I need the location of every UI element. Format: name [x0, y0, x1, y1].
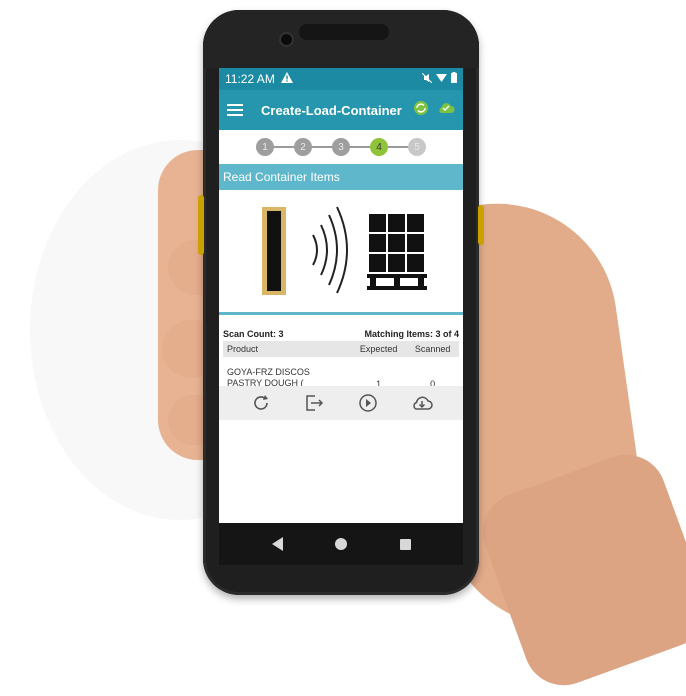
wifi-icon	[436, 73, 447, 85]
matching-items: Matching Items: 3 of 4	[364, 329, 459, 339]
exit-icon[interactable]	[303, 392, 325, 414]
android-nav-bar	[219, 523, 463, 565]
step-5[interactable]: 5	[408, 138, 426, 156]
next-arrow-icon[interactable]	[357, 392, 379, 414]
column-header-scanned: Scanned	[406, 341, 459, 357]
step-4[interactable]: 4	[370, 138, 388, 156]
scan-summary: Scan Count: 3 Matching Items: 3 of 4	[219, 315, 463, 341]
refresh-icon[interactable]	[250, 392, 272, 414]
battery-icon	[451, 72, 457, 86]
status-bar: 11:22 AM	[219, 68, 463, 90]
cloud-download-icon[interactable]	[410, 392, 433, 414]
step-1[interactable]: 1	[256, 138, 274, 156]
app-title: Create-Load-Container	[261, 102, 402, 118]
phone-device: 11:22 AM Create-Load-Container 1 2 3 4 5…	[198, 10, 484, 595]
home-icon[interactable]	[335, 538, 347, 550]
status-time: 11:22 AM	[225, 72, 275, 86]
section-title: Read Container Items	[219, 164, 463, 190]
step-2[interactable]: 2	[294, 138, 312, 156]
phone-screen: 11:22 AM Create-Load-Container 1 2 3 4 5…	[219, 68, 463, 523]
warning-icon	[280, 72, 293, 86]
mute-icon	[421, 72, 433, 86]
rfid-illustration	[219, 190, 463, 315]
app-bar: Create-Load-Container	[219, 90, 463, 130]
recents-icon[interactable]	[399, 538, 411, 550]
rfid-reader-icon	[262, 207, 286, 295]
column-header-expected: Expected	[351, 341, 407, 357]
front-camera	[281, 34, 292, 45]
signal-waves-icon	[312, 206, 348, 294]
sync-icon[interactable]	[413, 100, 429, 121]
side-button-left	[198, 195, 204, 255]
earpiece	[299, 24, 389, 40]
step-3[interactable]: 3	[332, 138, 350, 156]
back-icon[interactable]	[271, 537, 283, 551]
scan-count: Scan Count: 3	[223, 329, 284, 339]
action-bar	[219, 386, 463, 420]
side-button-right	[478, 205, 484, 245]
hamburger-icon[interactable]	[227, 104, 243, 116]
progress-stepper: 1 2 3 4 5	[219, 130, 463, 164]
column-header-product: Product	[223, 341, 351, 357]
table-header-row: Product Expected Scanned	[223, 341, 459, 357]
cloud-check-icon[interactable]	[437, 100, 455, 121]
pallet-boxes-icon	[367, 214, 427, 290]
